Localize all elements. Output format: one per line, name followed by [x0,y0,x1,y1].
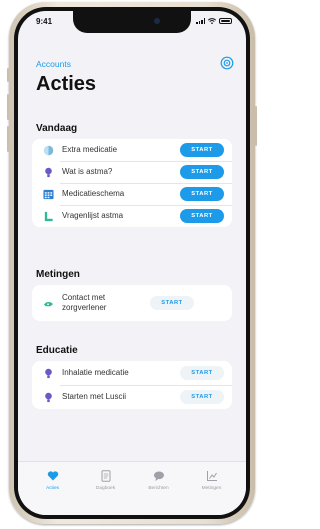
status-icons [196,18,232,24]
start-button[interactable]: START [180,143,224,157]
screen-bezel: 9:41 Accounts Acties Vandaag Extra medic… [14,7,250,519]
item-label: Medicatieschema [62,189,125,198]
item-label: Wat is astma? [62,167,113,176]
contact-icon [42,297,54,309]
start-button[interactable]: START [180,390,224,404]
medication-icon [42,144,54,156]
heart-icon [47,471,58,481]
journal-icon [101,470,110,482]
list-item[interactable]: Vragenlijst astma START [32,205,232,227]
tab-berichten[interactable]: Berichten [136,470,182,515]
list-item[interactable]: Medicatieschema START [32,183,232,205]
start-button[interactable]: START [180,366,224,380]
section-heading-today: Vandaag [36,123,78,134]
mute-switch [7,68,9,82]
list-item[interactable]: Inhalatie medicatie START [32,361,232,385]
battery-icon [219,18,232,24]
volume-down-button [7,126,9,152]
item-label: Contact met zorgverlener [62,293,107,312]
lightbulb-icon [42,166,54,178]
volume-up-button [7,94,9,120]
lightbulb-icon [42,367,54,379]
section-heading-education: Educatie [36,345,78,356]
cellular-signal-icon [196,18,205,24]
today-card: Extra medicatie START Wat is astma? STAR… [32,139,232,227]
list-item[interactable]: Starten met Luscii START [32,385,232,409]
list-item[interactable]: Extra medicatie START [32,139,232,161]
app-screen: 9:41 Accounts Acties Vandaag Extra medic… [18,11,246,515]
tab-label: Berichten [148,486,169,491]
power-button [255,106,257,146]
chart-icon [206,471,217,481]
item-label: Starten met Luscii [62,392,127,401]
front-camera [154,18,160,24]
start-button[interactable]: START [180,187,224,201]
education-card: Inhalatie medicatie START Starten met Lu… [32,361,232,409]
start-button[interactable]: START [150,296,194,310]
accounts-back-link[interactable]: Accounts [36,59,71,69]
status-time: 9:41 [36,17,53,26]
tab-label: Acties [45,486,60,491]
item-label: Vragenlijst astma [62,211,124,220]
item-label: Inhalatie medicatie [62,368,129,377]
start-button[interactable]: START [180,165,224,179]
page-title: Acties [36,73,97,95]
tab-bar: Acties Dagboek Berichten Metingen [18,461,246,515]
questionnaire-icon [42,210,54,222]
item-label: Extra medicatie [62,145,118,154]
start-button[interactable]: START [180,209,224,223]
phone-frame: 9:41 Accounts Acties Vandaag Extra medic… [7,2,257,524]
tab-acties[interactable]: Acties [30,470,76,515]
section-heading-measurements: Metingen [36,269,80,280]
calendar-icon [42,188,54,200]
list-item[interactable]: Contact met zorgverlener START [32,285,232,321]
tab-metingen[interactable]: Metingen [189,470,235,515]
lightbulb-icon [42,391,54,403]
tab-label: Metingen [201,486,222,491]
settings-icon[interactable] [220,56,234,70]
tab-dagboek[interactable]: Dagboek [83,470,129,515]
messages-icon [153,471,164,481]
wifi-icon [208,18,216,24]
list-item[interactable]: Wat is astma? START [32,161,232,183]
notch [73,11,191,33]
measurements-card: Contact met zorgverlener START [32,285,232,321]
tab-label: Dagboek [95,486,116,491]
